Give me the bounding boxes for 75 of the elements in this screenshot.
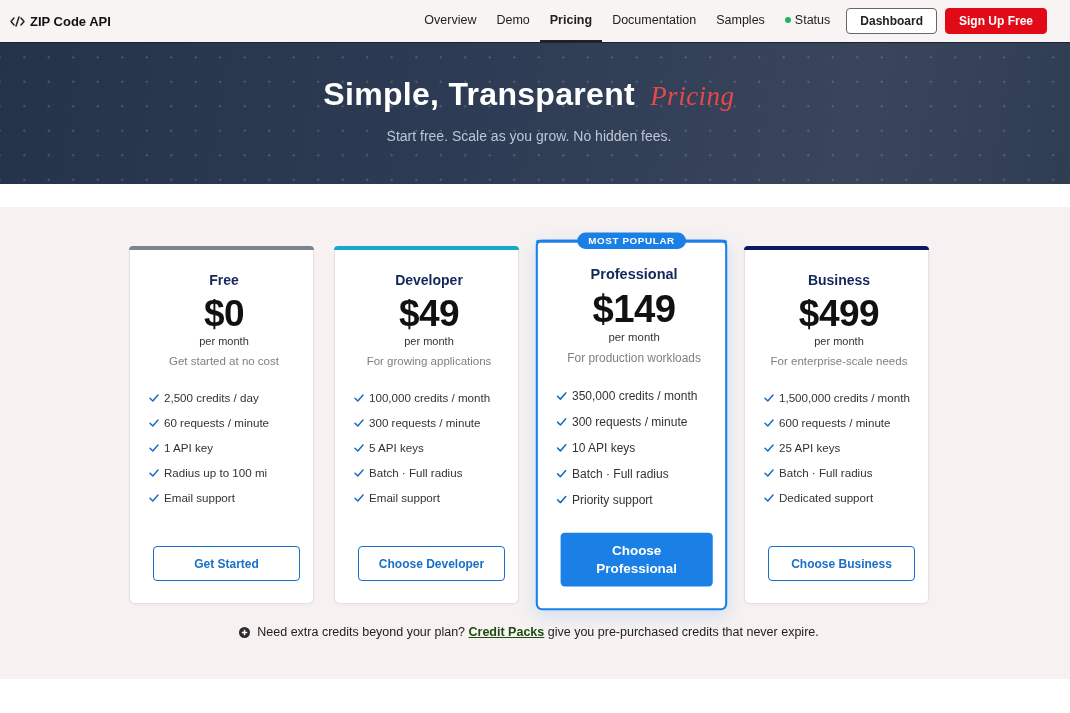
check-icon <box>149 468 159 477</box>
check-icon <box>556 469 567 478</box>
feature-text: Email support <box>369 491 440 504</box>
check-icon <box>764 443 774 452</box>
price-period: per month <box>814 334 864 348</box>
feature-text: 1 API key <box>164 441 213 454</box>
credit-note: Need extra credits beyond your plan? Credit Packs give you pre-purchased credits that never expire. <box>257 624 819 640</box>
check-icon <box>354 443 364 452</box>
plan-price: $499 <box>798 294 880 334</box>
plan-name: Professional <box>590 265 678 283</box>
feature-text: 2,500 credits / day <box>164 391 259 404</box>
check-icon <box>354 493 364 502</box>
popular-badge: MOST POPULAR <box>576 232 687 250</box>
choose-plan-button[interactable]: Choose Professional <box>560 532 713 587</box>
check-icon <box>354 418 364 427</box>
feature-text: 60 requests / minute <box>164 416 270 429</box>
feature-text: Priority support <box>572 492 653 506</box>
check-icon <box>149 493 159 502</box>
hero-title: Simple, Transparent Pricing <box>322 75 736 114</box>
feature-text: Email support <box>164 491 235 504</box>
check-icon <box>149 393 159 402</box>
plus-circle-icon <box>239 626 251 638</box>
feature-text: 350,000 credits / month <box>572 388 698 403</box>
feature-text: 5 API keys <box>369 441 424 454</box>
feature-text: 300 requests / minute <box>572 414 688 429</box>
price-period: per month <box>199 334 249 348</box>
nav-link[interactable]: Documentation <box>602 0 707 42</box>
status-link[interactable]: Status <box>774 0 841 42</box>
feature-text: 25 API keys <box>779 441 841 454</box>
check-icon <box>556 417 567 426</box>
plan-tagline: Get started at no cost <box>169 354 279 368</box>
feature-text: Dedicated support <box>779 491 874 504</box>
brand-name: ZIP Code API <box>30 13 111 29</box>
price-period: per month <box>404 334 454 348</box>
check-icon <box>764 493 774 502</box>
check-icon <box>149 418 159 427</box>
hero-subtitle: Start free. Scale as you grow. No hidden fees. <box>385 128 673 145</box>
check-icon <box>764 393 774 402</box>
plan-tagline: For growing applications <box>366 354 492 368</box>
credit-packs-link[interactable]: Credit Packs <box>468 625 545 639</box>
nav-link[interactable]: Samples <box>706 0 775 42</box>
code-icon <box>10 15 25 27</box>
feature-text: 100,000 credits / month <box>369 391 491 404</box>
check-icon <box>556 391 567 400</box>
feature-text: Batch · Full radius <box>572 466 669 480</box>
feature-text: 1,500,000 credits / month <box>779 391 910 404</box>
check-icon <box>556 443 567 452</box>
choose-plan-button[interactable]: Choose Developer <box>358 546 505 581</box>
plan-price: $49 <box>398 294 460 334</box>
price-period: per month <box>608 329 660 345</box>
check-icon <box>354 393 364 402</box>
plan-name: Business <box>807 272 871 288</box>
choose-plan-button[interactable]: Get Started <box>153 546 300 581</box>
feature-text: 600 requests / minute <box>779 416 891 429</box>
plan-price: $0 <box>203 294 245 334</box>
plan-name: Free <box>209 272 239 288</box>
plan-tagline: For production workloads <box>567 350 701 365</box>
choose-plan-button[interactable]: Choose Business <box>768 546 915 581</box>
sign-up-button[interactable]: Sign Up Free <box>945 8 1047 34</box>
plan-name: Developer <box>395 272 463 288</box>
plan-price: $149 <box>592 288 676 330</box>
feature-text: Batch · Full radius <box>369 466 463 479</box>
plan-tagline: For enterprise-scale needs <box>770 354 908 368</box>
nav-link[interactable]: Demo <box>486 0 540 42</box>
dashboard-button[interactable]: Dashboard <box>846 8 937 34</box>
nav-link[interactable]: Overview <box>414 0 487 42</box>
feature-text: Batch · Full radius <box>779 466 873 479</box>
check-icon <box>354 468 364 477</box>
feature-text: Radius up to 100 mi <box>164 466 268 479</box>
check-icon <box>556 494 567 504</box>
feature-text: 10 API keys <box>572 440 636 454</box>
check-icon <box>764 418 774 427</box>
check-icon <box>149 443 159 452</box>
feature-text: 300 requests / minute <box>369 416 481 429</box>
check-icon <box>764 468 774 477</box>
